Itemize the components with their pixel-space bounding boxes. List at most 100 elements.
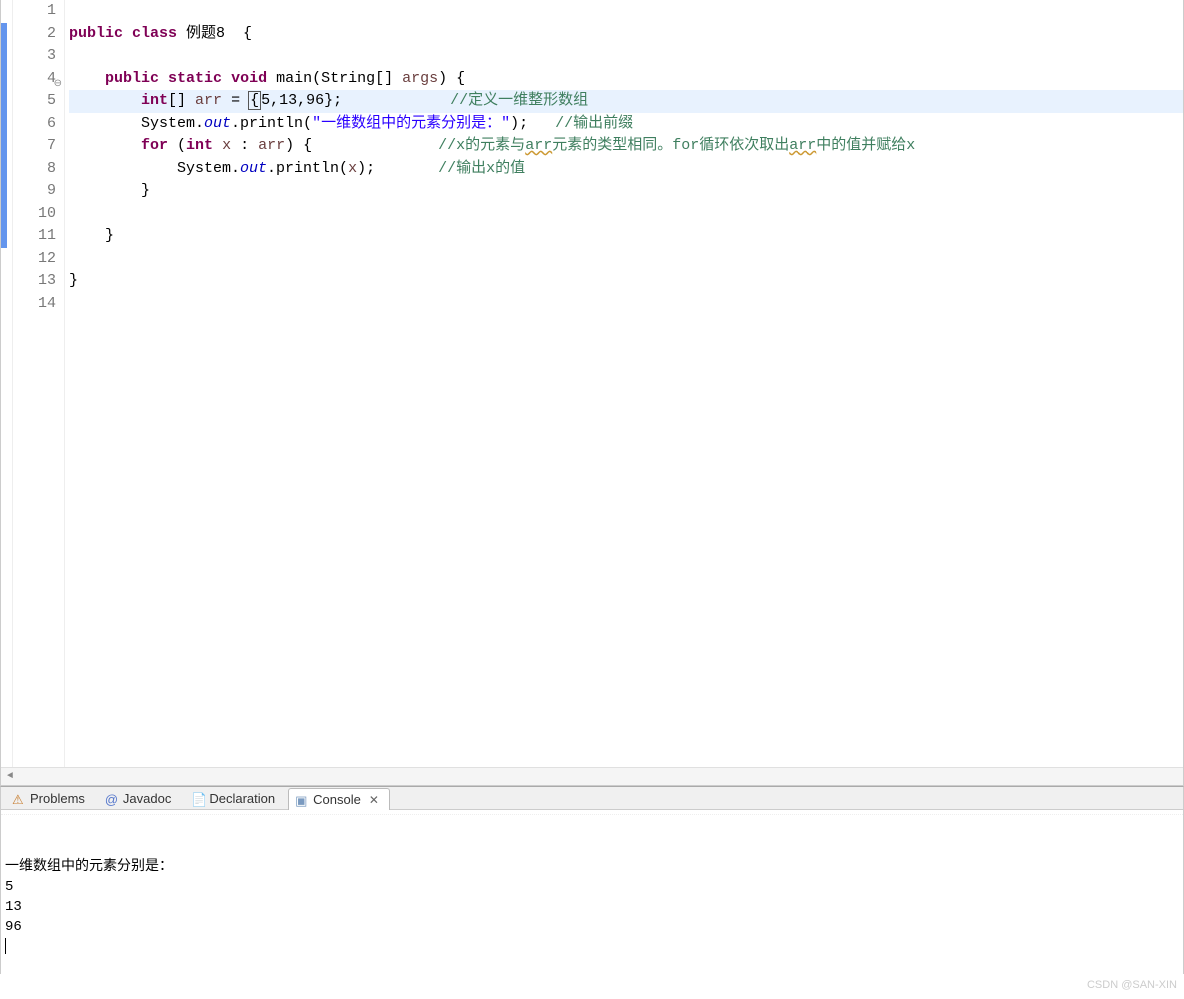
code-line[interactable]	[69, 293, 1183, 316]
close-icon[interactable]: ✕	[369, 793, 379, 807]
code-token: out	[240, 160, 267, 177]
code-token: );	[510, 115, 555, 132]
code-token: 元素的类型相同。	[552, 137, 672, 154]
code-token: System.	[69, 160, 240, 177]
change-marker	[1, 68, 7, 248]
line-number: 3	[13, 45, 56, 68]
code-line[interactable]: }	[69, 180, 1183, 203]
code-line[interactable]: }	[69, 270, 1183, 293]
problems-icon: ⚠	[12, 792, 26, 806]
code-token: arr	[525, 137, 552, 154]
code-token: public	[69, 25, 123, 42]
line-number: 12	[13, 248, 56, 271]
panel-tabs: ⚠ Problems @ Javadoc 📄 Declaration ▣ Con…	[1, 787, 1183, 810]
code-token: 中的值并赋给x	[816, 137, 915, 154]
code-line[interactable]: System.out.println("一维数组中的元素分别是："); //输出…	[69, 113, 1183, 136]
line-number: 13	[13, 270, 56, 293]
code-token: for	[141, 137, 168, 154]
code-token: int	[186, 137, 213, 154]
code-token: System.	[69, 115, 204, 132]
code-token	[123, 25, 132, 42]
console-line: 一维数组中的元素分别是：	[5, 857, 1179, 877]
code-token	[375, 160, 438, 177]
code-token: ) {	[438, 70, 465, 87]
code-token: args	[402, 70, 438, 87]
code-token	[342, 92, 450, 109]
console-line: 13	[5, 897, 1179, 917]
editor-area: 1234⊖567891011121314 public class 例题8 { …	[0, 0, 1184, 786]
code-token	[213, 137, 222, 154]
tab-javadoc[interactable]: @ Javadoc	[98, 787, 182, 809]
line-number: 4⊖	[13, 68, 56, 91]
code-token: static	[168, 70, 222, 87]
code-token: main(String[]	[267, 70, 402, 87]
code-token: //x的元素与	[438, 137, 525, 154]
code-token: );	[357, 160, 375, 177]
scroll-left-icon[interactable]: ◄	[1, 771, 19, 782]
tab-console[interactable]: ▣ Console ✕	[288, 788, 390, 810]
code-line[interactable]	[69, 203, 1183, 226]
console-line: 96	[5, 917, 1179, 937]
code-line[interactable]: System.out.println(x); //输出x的值	[69, 158, 1183, 181]
code-token: []	[168, 92, 195, 109]
cursor-icon	[5, 938, 6, 954]
bottom-panel: ⚠ Problems @ Javadoc 📄 Declaration ▣ Con…	[0, 786, 1184, 974]
line-number: 2	[13, 23, 56, 46]
code-token	[159, 70, 168, 87]
code-token: .println(	[231, 115, 312, 132]
code-token	[69, 137, 141, 154]
console-cursor-line	[5, 937, 1179, 957]
code-token: .println(	[267, 160, 348, 177]
code-line[interactable]: public class 例题8 {	[69, 23, 1183, 46]
code-token: public	[105, 70, 159, 87]
line-number: 7	[13, 135, 56, 158]
line-number: 9	[13, 180, 56, 203]
code-line[interactable]: for (int x : arr) { //x的元素与arr元素的类型相同。fo…	[69, 135, 1183, 158]
declaration-icon: 📄	[191, 792, 205, 806]
line-number: 6	[13, 113, 56, 136]
line-number: 14	[13, 293, 56, 316]
tab-label: Problems	[30, 791, 85, 806]
horizontal-scrollbar[interactable]: ◄	[1, 767, 1183, 785]
code-token: arr	[195, 92, 222, 109]
tab-label: Console	[313, 792, 361, 807]
code-token: 例题8 {	[177, 25, 252, 42]
code-token: int	[141, 92, 168, 109]
code-line[interactable]	[69, 45, 1183, 68]
console-line: 5	[5, 877, 1179, 897]
line-number: 5	[13, 90, 56, 113]
line-number: 1	[13, 0, 56, 23]
code-token	[69, 92, 141, 109]
code-token: //输出x的值	[438, 160, 525, 177]
code-token: arr	[258, 137, 285, 154]
code-token	[222, 70, 231, 87]
code-editor[interactable]: public class 例题8 { public static void ma…	[65, 0, 1183, 767]
code-token: //定义一维整形数组	[450, 92, 588, 109]
code-line[interactable]: public static void main(String[] args) {	[69, 68, 1183, 91]
code-line[interactable]	[69, 248, 1183, 271]
code-token: void	[231, 70, 267, 87]
code-token: :	[231, 137, 258, 154]
marker-bar	[1, 0, 13, 767]
code-line[interactable]: int[] arr = {5,13,96}; //定义一维整形数组	[69, 90, 1183, 113]
code-token: }	[69, 272, 78, 289]
console-output[interactable]: 一维数组中的元素分别是：51396 CSDN @SAN-XIN	[1, 815, 1183, 999]
code-line[interactable]: }	[69, 225, 1183, 248]
tab-declaration[interactable]: 📄 Declaration	[184, 787, 286, 809]
code-token: (	[168, 137, 186, 154]
line-number: 8	[13, 158, 56, 181]
code-token: ) {	[285, 137, 312, 154]
fold-toggle-icon[interactable]: ⊖	[52, 74, 62, 84]
line-number: 10	[13, 203, 56, 226]
code-line[interactable]	[69, 0, 1183, 23]
watermark: CSDN @SAN-XIN	[1087, 975, 1177, 995]
javadoc-icon: @	[105, 792, 119, 806]
tab-label: Javadoc	[123, 791, 171, 806]
code-token: arr	[789, 137, 816, 154]
code-token	[69, 70, 105, 87]
tab-problems[interactable]: ⚠ Problems	[5, 787, 96, 809]
code-token: class	[132, 25, 177, 42]
console-icon: ▣	[295, 793, 309, 807]
line-number-gutter: 1234⊖567891011121314	[13, 0, 65, 767]
code-token: }	[69, 227, 114, 244]
